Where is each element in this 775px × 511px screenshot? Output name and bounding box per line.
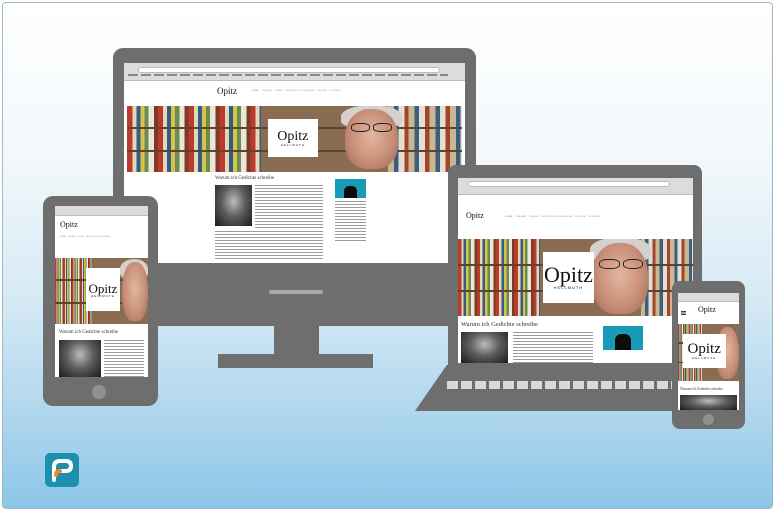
article-photo <box>215 185 252 226</box>
monitor-neck <box>274 326 319 354</box>
tablet-hero-logo: Opitz HELLMUTH <box>85 267 121 312</box>
laptop-article-text <box>513 332 593 363</box>
tablet-home-button[interactable] <box>92 385 106 399</box>
phone-home-button[interactable] <box>703 414 714 425</box>
laptop-hero-logo: Opitz HELLMUTH <box>542 252 595 303</box>
address-bar[interactable] <box>138 67 440 73</box>
nav-presse[interactable]: PRESSE <box>317 90 327 92</box>
sidebar-text <box>335 201 366 241</box>
phone-article-photo <box>680 395 737 410</box>
phone-hero-logo: Opitz HELLMUTH <box>682 334 726 369</box>
laptop-sidebar-image <box>603 326 643 350</box>
sidebar-image <box>335 179 366 198</box>
phone-hero-banner: Opitz HELLMUTH <box>678 324 739 381</box>
nav-themen[interactable]: THEMEN <box>262 90 272 92</box>
tablet-navigation: HOME THEMEN LESEN VERÖFFENTLICHUNGEN <box>60 237 111 238</box>
laptop-site-logo[interactable]: Opitz <box>466 211 484 220</box>
monitor-stand <box>218 354 373 368</box>
phone-screen: Opitz Opitz HELLMUTH Warum ich Gedichte … <box>678 293 739 410</box>
nav-lesen[interactable]: LESEN <box>275 90 283 92</box>
tablet-article-photo <box>59 340 101 377</box>
article-title: Warum ich Gedichte schreibe <box>215 176 275 181</box>
menu-icon[interactable] <box>681 311 686 315</box>
laptop-keyboard <box>447 381 701 389</box>
tablet-screen: Opitz HOME THEMEN LESEN VERÖFFENTLICHUNG… <box>55 206 148 377</box>
main-navigation: HOME THEMEN LESEN VERÖFFENTLICHUNGEN PRE… <box>252 90 341 92</box>
laptop-navigation: HOME THEMEN LESEN VERÖFFENTLICHUNGEN PRE… <box>505 216 601 218</box>
hero-banner: Opitz HELLMUTH <box>127 106 462 172</box>
tablet-hero-banner: Opitz HELLMUTH <box>55 258 148 324</box>
site-logo[interactable]: Opitz <box>217 86 237 96</box>
laptop-screen: Opitz HOME THEMEN LESEN VERÖFFENTLICHUNG… <box>458 178 693 363</box>
article-text <box>255 185 323 230</box>
phone-site-logo[interactable]: Opitz <box>698 305 716 314</box>
tablet-article-title: Warum ich Gedichte schreibe <box>59 330 119 335</box>
laptop-article-photo <box>461 332 508 363</box>
brand-logo-icon <box>45 453 79 487</box>
tablet-article-text <box>104 340 144 377</box>
nav-kontakt[interactable]: KONTAKT <box>330 90 341 92</box>
desktop-screen: Opitz HOME THEMEN LESEN VERÖFFENTLICHUNG… <box>124 63 465 263</box>
laptop-hero-banner: Opitz HELLMUTH <box>458 239 693 316</box>
hero-logo: Opitz HELLMUTH <box>267 119 318 158</box>
phone-article-title: Warum ich Gedichte schreibe <box>680 387 723 391</box>
laptop-article-title: Warum ich Gedichte schreibe <box>461 321 538 328</box>
author-portrait <box>344 108 399 170</box>
nav-veroeffentlichungen[interactable]: VERÖFFENTLICHUNGEN <box>285 90 314 92</box>
article-text-2 <box>215 231 323 261</box>
showcase-canvas: Opitz HOME THEMEN LESEN VERÖFFENTLICHUNG… <box>2 2 773 509</box>
nav-home[interactable]: HOME <box>252 90 259 92</box>
tablet-site-logo[interactable]: Opitz <box>60 220 78 229</box>
monitor-speaker <box>269 290 323 294</box>
